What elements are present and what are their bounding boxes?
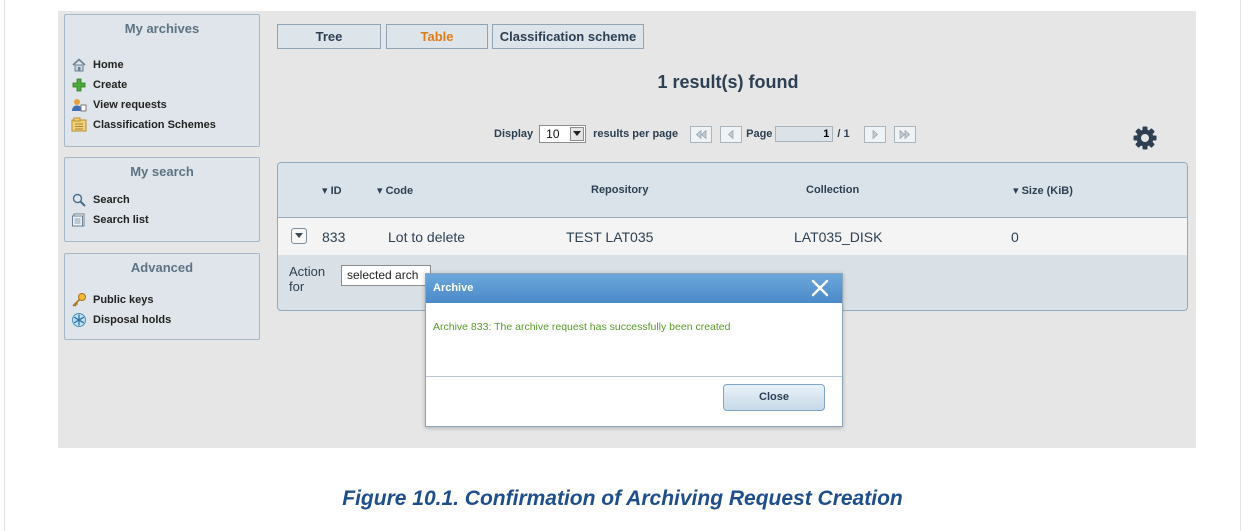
table-row[interactable]: 833 Lot to delete TEST LAT035 LAT035_DIS… <box>278 218 1187 255</box>
column-header-repository[interactable]: Repository <box>591 184 648 196</box>
cell-repository: TEST LAT035 <box>566 229 654 245</box>
key-icon <box>71 292 87 308</box>
sidebar-item-label: Create <box>93 79 128 91</box>
gear-icon[interactable] <box>1132 125 1158 151</box>
next-page-button[interactable] <box>863 125 886 143</box>
dialog-titlebar: Archive <box>426 274 842 303</box>
dialog-divider <box>426 376 842 377</box>
cell-id: 833 <box>322 229 346 245</box>
panel-title: My search <box>130 164 194 179</box>
sidebar-item-label: Disposal holds <box>93 314 172 326</box>
per-page-select[interactable]: 10 <box>539 125 587 143</box>
panel-my-archives: My archives Home Create View requests Cl… <box>64 14 260 147</box>
sidebar-item-disposal-holds[interactable]: Disposal holds <box>65 310 259 330</box>
table-header: ▾ ID ▾ Code Repository Collection ▾ Size… <box>278 163 1187 218</box>
panel-my-search: My search Search Search list <box>64 157 260 242</box>
first-page-button[interactable] <box>690 125 713 143</box>
sidebar-item-label: Search list <box>93 214 149 226</box>
home-icon <box>71 57 87 73</box>
action-select[interactable]: selected arch <box>341 265 431 286</box>
tab-tree[interactable]: Tree <box>277 24 381 49</box>
page-label: Page <box>746 128 773 140</box>
result-count: 1 result(s) found <box>657 72 799 92</box>
user-request-icon <box>71 97 87 113</box>
column-header-code[interactable]: ▾ Code <box>377 184 413 197</box>
snowflake-icon <box>71 312 87 328</box>
chevron-down-icon <box>570 127 585 141</box>
last-page-button[interactable] <box>893 125 916 143</box>
panel-advanced: Advanced Public keys Disposal holds <box>64 253 260 340</box>
column-header-id[interactable]: ▾ ID <box>322 184 342 197</box>
cell-size: 0 <box>1011 229 1019 245</box>
close-button[interactable]: Close <box>723 384 825 411</box>
sidebar-item-search[interactable]: Search <box>65 190 259 210</box>
sidebar-item-label: View requests <box>93 99 167 111</box>
sidebar-item-label: Public keys <box>93 294 154 306</box>
page-number-input[interactable] <box>775 126 834 142</box>
sidebar-item-public-keys[interactable]: Public keys <box>65 290 259 310</box>
folder-tree-icon <box>71 117 87 133</box>
panel-title: Advanced <box>130 260 194 275</box>
magnifier-icon <box>71 192 87 208</box>
app-screen: My archives Home Create View requests Cl… <box>58 11 1196 448</box>
pager: Display 10 results per page Page / 1 <box>494 124 916 144</box>
tab-classification-scheme[interactable]: Classification scheme <box>492 24 644 49</box>
sidebar-item-home[interactable]: Home <box>65 55 259 75</box>
double-arrow-left-icon <box>696 129 707 139</box>
sidebar-item-search-list[interactable]: Search list <box>65 210 259 230</box>
per-page-value: 10 <box>546 127 560 141</box>
per-page-suffix: results per page <box>593 128 679 140</box>
expand-row-icon[interactable] <box>291 228 307 244</box>
sidebar-item-create[interactable]: Create <box>65 75 259 95</box>
total-pages: / 1 <box>837 128 850 140</box>
cell-collection: LAT035_DISK <box>794 229 883 245</box>
arrow-right-icon <box>872 129 878 139</box>
dialog-message: Archive 833: The archive request has suc… <box>433 321 731 333</box>
prev-page-button[interactable] <box>720 125 743 143</box>
arrow-left-icon <box>728 129 734 139</box>
dialog-title: Archive <box>433 282 474 294</box>
sidebar-item-view-requests[interactable]: View requests <box>65 95 259 115</box>
sidebar-item-label: Home <box>93 59 124 71</box>
figure-caption: Figure 10.1. Confirmation of Archiving R… <box>342 487 903 510</box>
column-header-collection[interactable]: Collection <box>806 184 859 196</box>
tab-table[interactable]: Table <box>386 24 488 49</box>
list-icon <box>71 212 87 228</box>
double-arrow-right-icon <box>899 129 910 139</box>
column-header-size[interactable]: ▾ Size (KiB) <box>1013 184 1073 197</box>
plus-icon <box>71 77 87 93</box>
archive-dialog: Archive Archive 833: The archive request… <box>425 273 843 427</box>
panel-title: My archives <box>124 21 200 36</box>
cell-code: Lot to delete <box>388 229 466 245</box>
sidebar-item-label: Search <box>93 194 130 206</box>
sidebar-item-label: Classification Schemes <box>93 119 216 131</box>
sidebar-item-classification-schemes[interactable]: Classification Schemes <box>65 115 259 135</box>
display-label: Display <box>494 128 534 140</box>
action-label: Action for <box>289 264 326 294</box>
close-icon[interactable] <box>811 279 829 297</box>
